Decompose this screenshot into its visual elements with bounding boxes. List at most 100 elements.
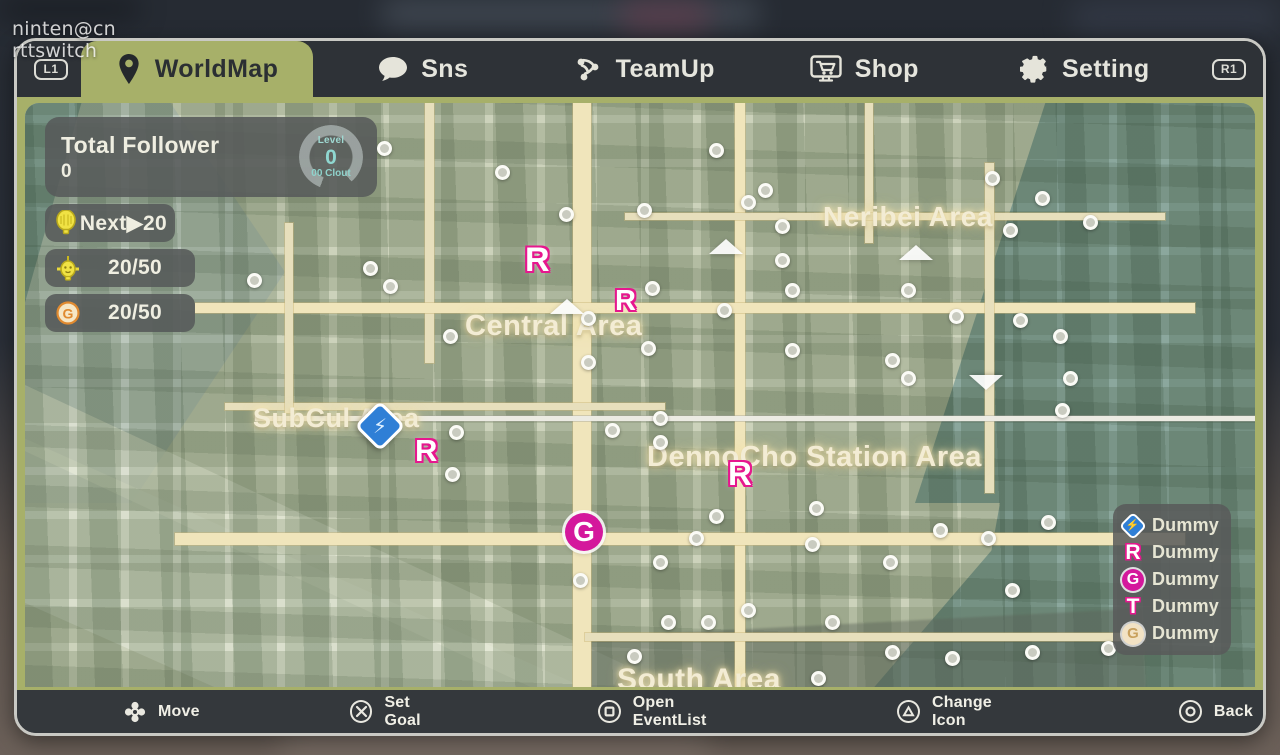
main-window: L1 WorldMap Sns TeamUp Shop Setting R1 N…	[14, 38, 1266, 736]
map-node[interactable]	[775, 219, 790, 234]
map-node[interactable]	[775, 253, 790, 268]
world-map[interactable]: Neribei Area Central Area SubCul Area De…	[25, 103, 1255, 687]
map-node[interactable]	[809, 501, 824, 516]
map-node[interactable]	[1063, 371, 1078, 386]
shoulder-left[interactable]: L1	[17, 41, 85, 97]
legend-row-r[interactable]: R Dummy	[1121, 539, 1219, 566]
map-node[interactable]	[709, 143, 724, 158]
total-follower-panel: Total Follower 0 Level 0 00 Clout	[45, 117, 377, 197]
map-node[interactable]	[985, 171, 1000, 186]
map-node[interactable]	[377, 141, 392, 156]
map-node[interactable]	[443, 329, 458, 344]
map-node[interactable]	[709, 509, 724, 524]
map-node[interactable]	[605, 423, 620, 438]
dpad-icon	[123, 700, 146, 723]
action-move[interactable]: Move	[113, 700, 210, 723]
map-legend: ⚡ Dummy R Dummy G Dummy T Dummy G Dummy	[1112, 504, 1231, 655]
legend-row-diamond[interactable]: ⚡ Dummy	[1118, 511, 1219, 540]
legend-row-g[interactable]: G Dummy	[1121, 566, 1219, 593]
map-node[interactable]	[949, 309, 964, 324]
map-node[interactable]	[1053, 329, 1068, 344]
action-back[interactable]: Back	[1169, 700, 1263, 723]
tab-sns[interactable]: Sns	[313, 41, 534, 97]
action-set-goal[interactable]: Set Goal	[340, 694, 460, 730]
map-node[interactable]	[573, 573, 588, 588]
map-node[interactable]	[653, 435, 668, 450]
legend-row-t[interactable]: T Dummy	[1121, 593, 1219, 620]
map-node[interactable]	[741, 603, 756, 618]
legend-label: Dummy	[1151, 623, 1219, 643]
tab-worldmap-label: WorldMap	[154, 54, 279, 83]
follower-hud: Total Follower 0 Level 0 00 Clout Next▶2…	[45, 117, 377, 332]
tab-shop[interactable]: Shop	[754, 41, 975, 97]
map-node[interactable]	[885, 645, 900, 660]
map-node[interactable]	[785, 283, 800, 298]
map-node[interactable]	[885, 353, 900, 368]
map-node[interactable]	[811, 671, 826, 686]
map-node[interactable]	[758, 183, 773, 198]
map-node[interactable]	[495, 165, 510, 180]
map-node[interactable]	[981, 531, 996, 546]
map-node[interactable]	[581, 355, 596, 370]
tab-setting[interactable]: Setting	[975, 41, 1196, 97]
l1-button[interactable]: L1	[34, 58, 68, 80]
magenta-g-icon: G	[1121, 568, 1145, 592]
map-marker-g[interactable]: G	[565, 513, 603, 551]
map-node[interactable]	[1055, 403, 1070, 418]
map-node[interactable]	[653, 555, 668, 570]
map-road	[175, 533, 1185, 545]
map-node[interactable]	[449, 425, 464, 440]
bg-blur-band	[0, 0, 140, 18]
map-node[interactable]	[645, 281, 660, 296]
map-node[interactable]	[637, 203, 652, 218]
stat-next-value: Next▶20	[79, 211, 167, 235]
map-node[interactable]	[559, 207, 574, 222]
map-node[interactable]	[1083, 215, 1098, 230]
pink-t-icon: T	[1126, 595, 1140, 618]
map-chevron-icon	[969, 375, 1003, 390]
map-node[interactable]	[1041, 515, 1056, 530]
svg-text:G: G	[63, 305, 74, 321]
map-chevron-icon	[550, 299, 584, 314]
map-rail-line	[255, 416, 1255, 421]
map-node[interactable]	[661, 615, 676, 630]
legend-row-coin[interactable]: G Dummy	[1121, 620, 1219, 647]
map-node[interactable]	[701, 615, 716, 630]
map-node[interactable]	[741, 195, 756, 210]
map-node[interactable]	[1013, 313, 1028, 328]
action-move-label: Move	[158, 702, 200, 720]
map-node[interactable]	[1025, 645, 1040, 660]
map-node[interactable]	[901, 283, 916, 298]
map-road	[735, 103, 745, 687]
shoulder-right[interactable]: R1	[1195, 41, 1263, 97]
map-node[interactable]	[901, 371, 916, 386]
map-node[interactable]	[1005, 583, 1020, 598]
r1-button[interactable]: R1	[1211, 58, 1247, 80]
action-change-icon[interactable]: Change Icon	[887, 694, 1039, 730]
map-node[interactable]	[445, 467, 460, 482]
map-node[interactable]	[805, 537, 820, 552]
map-node[interactable]	[627, 649, 642, 664]
map-node[interactable]	[945, 651, 960, 666]
tab-worldmap[interactable]: WorldMap	[81, 41, 313, 97]
team-network-icon	[573, 54, 603, 84]
tab-teamup[interactable]: TeamUp	[534, 41, 755, 97]
map-node[interactable]	[1035, 191, 1050, 206]
tab-bar: L1 WorldMap Sns TeamUp Shop Setting R1	[17, 41, 1263, 97]
map-node[interactable]	[1003, 223, 1018, 238]
map-node[interactable]	[689, 531, 704, 546]
map-viewport[interactable]: Neribei Area Central Area SubCul Area De…	[17, 97, 1263, 687]
map-node[interactable]	[825, 615, 840, 630]
blue-diamond-icon: ⚡	[1118, 511, 1148, 540]
map-node[interactable]	[383, 279, 398, 294]
legend-label: Dummy	[1151, 542, 1219, 562]
map-node[interactable]	[653, 411, 668, 426]
map-node[interactable]	[933, 523, 948, 538]
diamond-bolt-icon: ⚡	[372, 413, 388, 438]
map-node[interactable]	[883, 555, 898, 570]
action-open-eventlist[interactable]: Open EventList	[588, 694, 761, 730]
map-node[interactable]	[785, 343, 800, 358]
map-chevron-icon	[709, 239, 743, 254]
map-node[interactable]	[717, 303, 732, 318]
map-node[interactable]	[641, 341, 656, 356]
